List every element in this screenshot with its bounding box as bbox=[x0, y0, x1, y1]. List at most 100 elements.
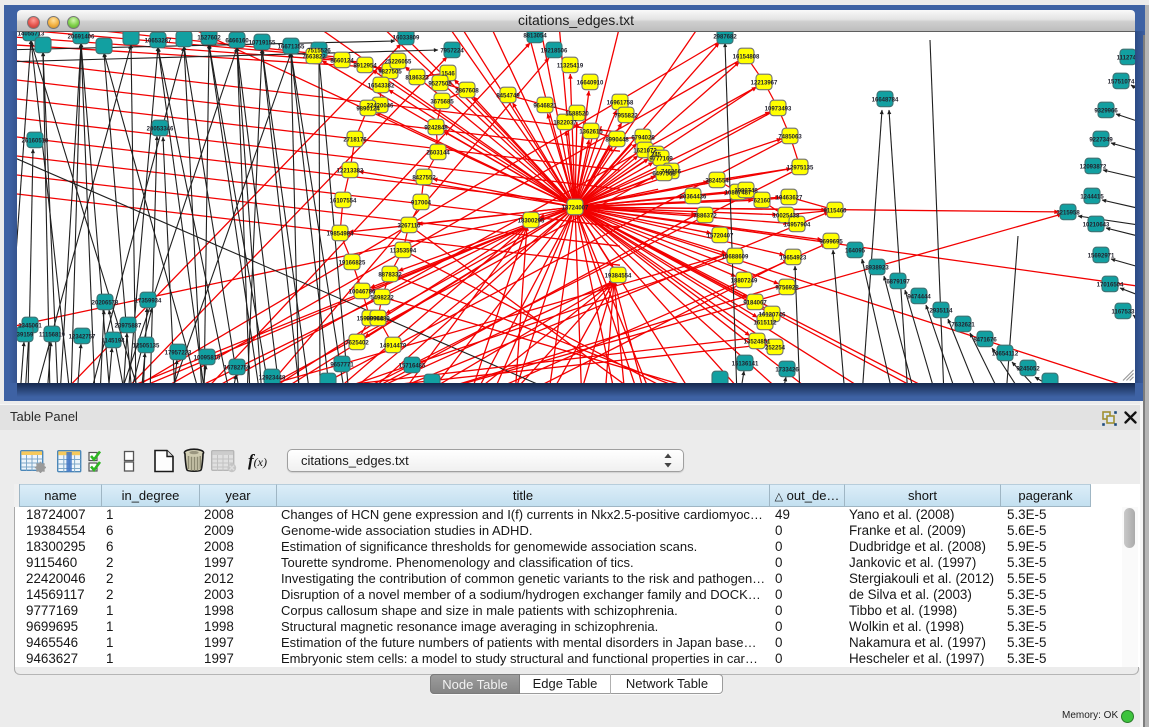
svg-text:7955822: 7955822 bbox=[614, 114, 638, 120]
svg-text:10210643: 10210643 bbox=[1083, 223, 1110, 229]
svg-text:7485063: 7485063 bbox=[778, 135, 802, 141]
svg-text:17016504: 17016504 bbox=[1097, 283, 1124, 289]
svg-text:16107554: 16107554 bbox=[330, 199, 357, 205]
svg-text:6879197: 6879197 bbox=[886, 280, 910, 286]
svg-text:8427552: 8427552 bbox=[412, 176, 436, 182]
svg-text:25226055: 25226055 bbox=[385, 60, 412, 66]
svg-text:2935114: 2935114 bbox=[929, 309, 953, 315]
svg-text:9890124: 9890124 bbox=[356, 107, 380, 113]
svg-text:9227349: 9227349 bbox=[1089, 138, 1113, 144]
svg-text:252254: 252254 bbox=[765, 346, 786, 352]
svg-text:1615112: 1615112 bbox=[753, 321, 777, 327]
svg-text:1822037: 1822037 bbox=[553, 121, 577, 127]
svg-text:16671355: 16671355 bbox=[278, 45, 305, 51]
svg-text:2867608: 2867608 bbox=[455, 89, 479, 95]
svg-text:7625402: 7625402 bbox=[345, 341, 369, 347]
svg-text:12213383: 12213383 bbox=[337, 169, 364, 175]
svg-text:12342757: 12342757 bbox=[69, 335, 96, 341]
svg-text:10654112: 10654112 bbox=[992, 352, 1019, 358]
svg-text:10025438: 10025438 bbox=[773, 214, 800, 220]
svg-text:20364436: 20364436 bbox=[680, 195, 707, 201]
svg-text:19854984: 19854984 bbox=[327, 232, 354, 238]
svg-text:16640910: 16640910 bbox=[577, 81, 604, 87]
svg-text:917004: 917004 bbox=[411, 201, 432, 207]
svg-text:3267110: 3267110 bbox=[397, 224, 421, 230]
svg-text:9329966: 9329966 bbox=[1094, 109, 1118, 115]
svg-text:9657771: 9657771 bbox=[330, 363, 354, 369]
svg-text:1733426: 1733426 bbox=[775, 368, 799, 374]
svg-text:18807249: 18807249 bbox=[731, 279, 758, 285]
svg-text:6466160: 6466160 bbox=[225, 39, 249, 45]
svg-text:3215958: 3215958 bbox=[1056, 211, 1080, 217]
svg-text:11353594: 11353594 bbox=[390, 249, 417, 255]
svg-text:15716485: 15716485 bbox=[399, 364, 426, 370]
svg-text:9777169: 9777169 bbox=[649, 157, 673, 163]
svg-text:9245052: 9245052 bbox=[1016, 367, 1040, 373]
svg-text:26160510: 26160510 bbox=[22, 139, 49, 145]
svg-text:11325419: 11325419 bbox=[557, 64, 584, 70]
svg-text:1167533: 1167533 bbox=[1111, 310, 1135, 316]
svg-text:16961758: 16961758 bbox=[607, 101, 634, 107]
svg-text:8912954: 8912954 bbox=[353, 64, 377, 70]
svg-text:6497568: 6497568 bbox=[652, 172, 676, 178]
svg-text:8454749: 8454749 bbox=[496, 94, 520, 100]
svg-text:164095: 164095 bbox=[845, 249, 866, 255]
svg-text:1080748: 1080748 bbox=[734, 189, 758, 195]
svg-text:23975887: 23975887 bbox=[115, 324, 142, 330]
svg-text:12093872: 12093872 bbox=[1080, 165, 1107, 171]
svg-text:17359934: 17359934 bbox=[135, 299, 162, 305]
svg-text:17957223: 17957223 bbox=[165, 351, 192, 357]
svg-text:9115460: 9115460 bbox=[823, 209, 847, 215]
svg-text:19218506: 19218506 bbox=[541, 49, 568, 55]
svg-text:9699695: 9699695 bbox=[819, 240, 843, 246]
svg-text:9827505: 9827505 bbox=[378, 70, 402, 76]
svg-text:15751074: 15751074 bbox=[1108, 80, 1135, 86]
svg-text:15720407: 15720407 bbox=[707, 234, 734, 240]
svg-text:9242848: 9242848 bbox=[424, 126, 448, 132]
svg-text:20691406: 20691406 bbox=[68, 35, 95, 41]
svg-text:2987682: 2987682 bbox=[713, 35, 737, 41]
svg-text:2603144: 2603144 bbox=[426, 151, 450, 157]
svg-text:39159: 39159 bbox=[17, 333, 34, 339]
svg-text:12975135: 12975135 bbox=[787, 166, 814, 172]
svg-text:8471676: 8471676 bbox=[973, 338, 997, 344]
svg-text:20053346: 20053346 bbox=[147, 127, 174, 133]
svg-text:2718176: 2718176 bbox=[343, 138, 367, 144]
svg-text:12213967: 12213967 bbox=[751, 81, 778, 87]
svg-text:8938923: 8938923 bbox=[865, 266, 889, 272]
svg-text:8186323: 8186323 bbox=[405, 76, 429, 82]
svg-text:7886372: 7886372 bbox=[693, 214, 717, 220]
svg-text:8813054: 8813054 bbox=[523, 34, 547, 40]
svg-text:20206578: 20206578 bbox=[92, 301, 119, 307]
svg-text:7632621: 7632621 bbox=[951, 323, 975, 329]
svg-text:1362615: 1362615 bbox=[579, 130, 603, 136]
svg-text:19654923: 19654923 bbox=[780, 256, 807, 262]
svg-text:12923448: 12923448 bbox=[259, 376, 286, 382]
svg-text:5498222: 5498222 bbox=[370, 296, 394, 302]
svg-text:10095810: 10095810 bbox=[194, 356, 221, 362]
svg-text:18300295: 18300295 bbox=[518, 219, 545, 225]
svg-text:1112740: 1112740 bbox=[1117, 56, 1135, 62]
svg-text:7957224: 7957224 bbox=[440, 49, 464, 55]
svg-text:62160: 62160 bbox=[754, 199, 771, 205]
svg-text:8878332: 8878332 bbox=[378, 273, 402, 279]
svg-text:14957904: 14957904 bbox=[784, 223, 811, 229]
svg-text:1546: 1546 bbox=[441, 72, 455, 78]
svg-text:9474444: 9474444 bbox=[907, 295, 931, 301]
svg-text:1145194: 1145194 bbox=[101, 339, 125, 345]
svg-text:1588520: 1588520 bbox=[565, 112, 589, 118]
svg-text:9756928: 9756928 bbox=[775, 286, 799, 292]
svg-text:9646821: 9646821 bbox=[533, 104, 557, 110]
svg-text:9099489: 9099489 bbox=[366, 317, 390, 323]
svg-text:14914479: 14914479 bbox=[380, 344, 407, 350]
svg-text:9527508: 9527508 bbox=[428, 82, 452, 88]
svg-text:3675685: 3675685 bbox=[430, 100, 454, 106]
svg-text:19384554: 19384554 bbox=[605, 274, 632, 280]
svg-text:16648784: 16648784 bbox=[872, 98, 899, 104]
svg-text:19463627: 19463627 bbox=[776, 196, 803, 202]
svg-text:3824554: 3824554 bbox=[705, 179, 729, 185]
svg-text:1527602: 1527602 bbox=[197, 36, 221, 42]
svg-text:16120746: 16120746 bbox=[759, 313, 786, 319]
svg-text:8660124: 8660124 bbox=[330, 59, 354, 65]
svg-text:18724007: 18724007 bbox=[562, 206, 589, 212]
